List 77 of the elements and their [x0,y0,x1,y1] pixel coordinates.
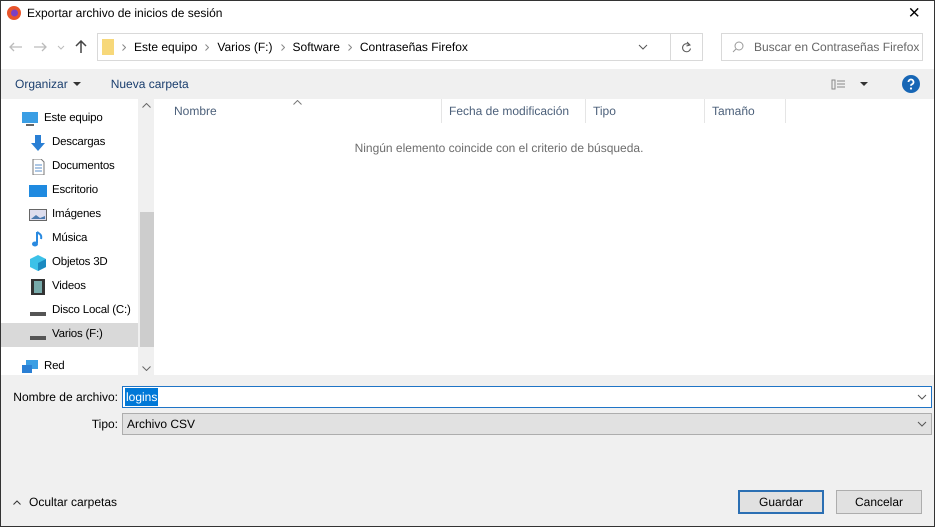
column-header[interactable]: Tamaño [705,99,786,123]
nav-item[interactable]: Varios (F:) [1,323,138,347]
nav-item[interactable]: Descargas [1,131,138,155]
chevron-right-icon [205,44,210,50]
nav-label: Varios (F:) [52,327,103,342]
nav-label: Música [52,231,88,246]
nav-item[interactable]: Red [1,355,138,375]
close-button[interactable]: × [900,3,928,23]
refresh-icon [681,41,692,53]
film-icon [29,279,47,295]
chevron-right-icon [348,44,352,50]
chevron-up-icon [142,103,150,108]
nav-item[interactable]: Este equipo [1,107,138,131]
chevron-right-icon [122,44,126,50]
field-label: Tipo: [90,416,119,433]
chevron-down-icon [142,366,150,371]
dialog-button[interactable]: Cancelar [836,490,922,514]
hide-folders-button[interactable]: Ocultar carpetas [13,493,118,511]
nav-label: Escritorio [52,183,98,198]
monitor-icon [21,111,39,127]
nav-label: Imágenes [52,207,101,222]
forward-arrow-icon[interactable] [33,42,47,52]
back-arrow-icon[interactable] [9,42,23,52]
drive-icon [30,336,46,340]
breadcrumb[interactable]: Software [292,38,340,56]
nav-label: Videos [52,279,86,294]
column-header[interactable]: Tipo [586,99,705,123]
nav-label: Documentos [52,159,115,174]
nav-item[interactable]: Disco Local (C:) [1,299,138,323]
nav-item[interactable]: Objetos 3D [1,251,138,275]
chevron-down-icon [917,394,927,400]
image-icon [29,207,47,223]
type-dropdown[interactable]: Archivo CSV [122,413,932,435]
column-header[interactable]: Fecha de modificación [442,99,586,123]
filename-field[interactable]: logins [122,386,932,408]
dialog-button[interactable]: Guardar [738,490,824,514]
drive-icon [30,312,46,316]
field-label: Nombre de archivo: [12,389,119,406]
breadcrumb[interactable]: Contraseñas Firefox [360,38,468,56]
scrollbar-thumb[interactable] [140,212,154,347]
nav-item[interactable]: Escritorio [1,179,138,203]
nav-label: Red [44,359,64,374]
nav-item[interactable]: Música [1,227,138,251]
nav-label: Este equipo [44,111,103,126]
search-icon [732,41,744,53]
nav-item[interactable]: Videos [1,275,138,299]
new-folder-button[interactable]: Nueva carpeta [110,75,189,93]
nav-label: Descargas [52,135,106,150]
column-header[interactable]: Nombre [167,99,442,123]
breadcrumb[interactable]: Varios (F:) [217,38,273,56]
cube-icon [29,255,47,271]
organize-button[interactable]: Organizar [15,75,81,93]
empty-message: Ningún elemento coincide con el criterio de búsqueda. [354,140,644,157]
chevron-down-icon [917,421,927,427]
app-logo-icon [7,6,21,20]
nav-item[interactable]: Imágenes [1,203,138,227]
nav-item[interactable]: Documentos [1,155,138,179]
caret-icon[interactable] [860,82,868,86]
down-arrow-icon [29,135,47,151]
help-icon[interactable] [902,75,920,93]
caret-icon [72,82,81,86]
chevron-up-icon [13,500,21,504]
window-title: Exportar archivo de inicios de sesión [27,5,222,22]
desktop-icon [29,183,47,199]
nav-label: Disco Local (C:) [52,303,131,318]
nav-label: Objetos 3D [52,255,108,270]
folder-icon [102,39,114,55]
address-bar[interactable]: Este equipo Varios (F:) Software Contraseñas Firefox [97,33,703,61]
up-arrow-icon[interactable] [75,40,87,54]
view-list-icon[interactable] [831,78,846,90]
selected-text: logins [125,388,158,406]
breadcrumb[interactable]: Este equipo [134,38,198,56]
search-field[interactable]: Buscar en Contraseñas Firefox [721,33,923,61]
network-icon [21,359,39,375]
chevron-down-icon [638,44,648,50]
chevron-right-icon [280,44,285,50]
chevron-down-icon[interactable] [57,44,65,50]
